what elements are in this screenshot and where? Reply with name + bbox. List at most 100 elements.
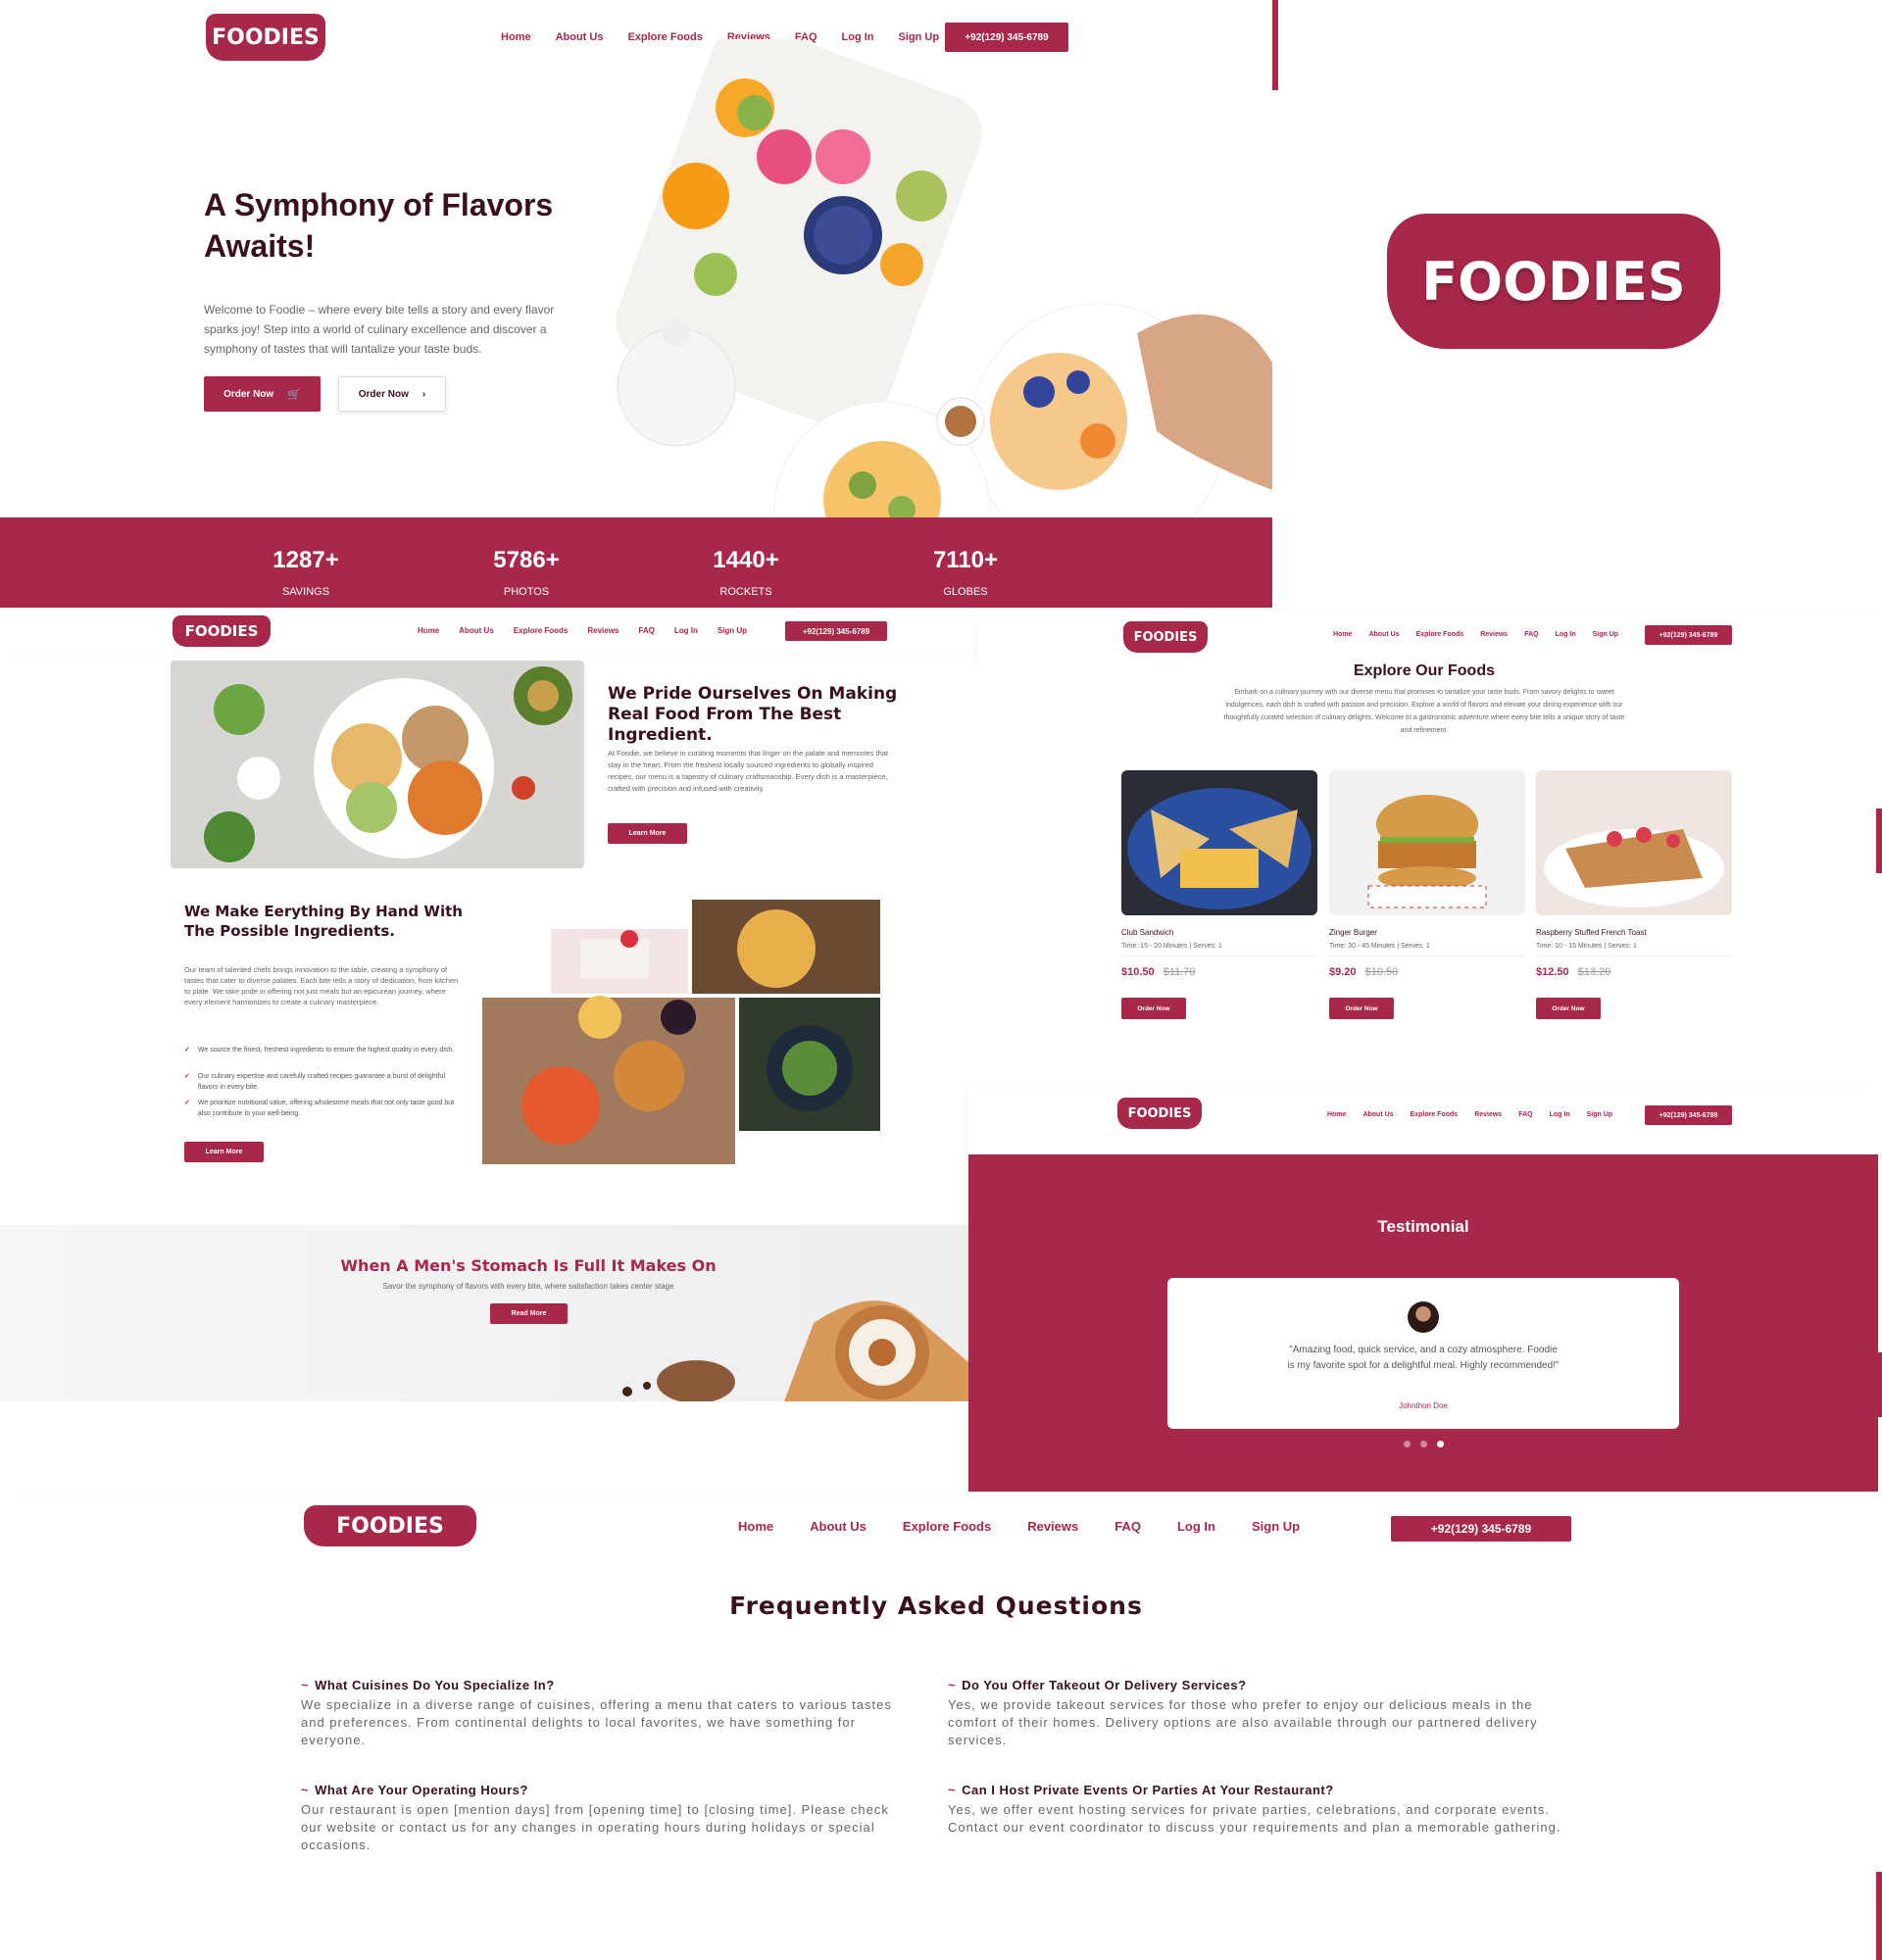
cinnamon-roll-image (622, 1300, 968, 1401)
nav-about[interactable]: About Us (1368, 631, 1399, 638)
pride-learn-more-button[interactable]: Learn More (608, 823, 687, 844)
testimonial-section: Testimonial "Amazing food, quick service… (968, 1154, 1878, 1492)
stat-label: SAVINGS (281, 586, 330, 598)
phone-button[interactable]: +92(129) 345-6789 (1391, 1516, 1571, 1542)
nav-reviews[interactable]: Reviews (1480, 631, 1508, 638)
phone-button[interactable]: +92(129) 345-6789 (785, 621, 887, 641)
nav-home[interactable]: Home (1327, 1111, 1346, 1118)
hand-title: We Make Eerything By Hand With The Possi… (184, 903, 463, 940)
nav-about[interactable]: About Us (459, 626, 494, 635)
carousel-dot-active[interactable] (1436, 1441, 1444, 1447)
nav-signup[interactable]: Sign Up (718, 626, 747, 635)
nav-home[interactable]: Home (1333, 631, 1352, 638)
hand-learn-more-button[interactable]: Learn More (184, 1142, 264, 1162)
basket-icon: 🛒 (287, 388, 301, 401)
nav-explore[interactable]: Explore Foods (1416, 631, 1464, 638)
faq-item[interactable]: ~ Can I Host Private Events Or Parties At… (948, 1783, 1575, 1837)
nav-signup[interactable]: Sign Up (1252, 1519, 1300, 1534)
food-collage-image (482, 900, 880, 1164)
stats-bar: 1287+ SAVINGS 5786+ PHOTOS 1440+ ROCKETS… (0, 517, 1272, 608)
check-icon: ✓ (184, 1073, 190, 1080)
testimonial-logo[interactable]: FOODIES (1117, 1098, 1202, 1129)
food-card: Club Sandwich Time: 15 - 20 Minutes | Se… (1121, 770, 1317, 1025)
nav-faq[interactable]: FAQ (1518, 1111, 1532, 1118)
nav-signup[interactable]: Sign Up (1593, 631, 1618, 638)
faq-logo[interactable]: FOODIES (304, 1505, 476, 1546)
nav-explore[interactable]: Explore Foods (903, 1519, 991, 1534)
zinger-burger-image (1329, 770, 1525, 915)
hand-point-text: Our culinary expertise and carefully cra… (197, 1073, 446, 1091)
stat-value: 1287+ (272, 547, 339, 573)
nav-login[interactable]: Log In (1556, 631, 1576, 638)
food-name: Zinger Burger (1329, 928, 1377, 937)
stat-value: 1440+ (713, 547, 779, 573)
nav-about[interactable]: About Us (810, 1519, 867, 1534)
faq-item[interactable]: ~ What Are Your Operating Hours? Our rest… (301, 1783, 909, 1854)
food-price: $12.50 (1536, 966, 1569, 978)
faq-accent-bar (1876, 1872, 1882, 1960)
faq-item[interactable]: ~ What Cuisines Do You Specialize In? We … (301, 1678, 909, 1749)
order-now-button[interactable]: Order Now (1329, 998, 1394, 1019)
nav-faq[interactable]: FAQ (1114, 1519, 1141, 1534)
testimonial-card: "Amazing food, quick service, and a cozy… (1167, 1278, 1679, 1429)
order-now-button[interactable]: Order Now 🛒 (204, 376, 321, 412)
phone-button[interactable]: +92(129) 345-6789 (1645, 625, 1732, 645)
hand-point-1: ✓ We source the finest, freshest ingredie… (184, 1045, 459, 1055)
nav-reviews[interactable]: Reviews (587, 626, 619, 635)
food-old-price: $10.50 (1364, 966, 1399, 978)
tilde-icon: ~ (301, 1678, 310, 1692)
order-now-button[interactable]: Order Now (1121, 998, 1186, 1019)
about-nav: Home About Us Explore Foods Reviews FAQ … (418, 626, 747, 635)
nav-login[interactable]: Log In (674, 626, 698, 635)
club-sandwich-image (1121, 770, 1317, 915)
check-icon: ✓ (184, 1047, 190, 1054)
nav-home[interactable]: Home (418, 626, 439, 635)
hero-title: A Symphony of Flavors Awaits! (204, 187, 554, 264)
phone-button[interactable]: +92(129) 345-6789 (1645, 1105, 1732, 1125)
nav-reviews[interactable]: Reviews (1027, 1519, 1078, 1534)
pride-title: We Pride Ourselves On Making Real Food F… (608, 684, 898, 745)
hero-food-image (616, 39, 1272, 519)
food-meta: Time: 10 - 15 Minutes | Serves: 1 (1536, 943, 1637, 950)
nav-reviews[interactable]: Reviews (1474, 1111, 1502, 1118)
food-price: $10.50 (1121, 966, 1155, 978)
nav-explore[interactable]: Explore Foods (1411, 1111, 1459, 1118)
nav-faq[interactable]: FAQ (1524, 631, 1538, 638)
food-card: Raspberry Stuffed French Toast Time: 10 … (1536, 770, 1732, 1025)
nav-signup[interactable]: Sign Up (1587, 1111, 1612, 1118)
faq-item[interactable]: ~ Do You Offer Takeout Or Delivery Servic… (948, 1678, 1556, 1749)
nav-login[interactable]: Log In (1550, 1111, 1570, 1118)
faq-answer: Our restaurant is open [mention days] fr… (301, 1802, 889, 1852)
nav-faq[interactable]: FAQ (638, 626, 654, 635)
testimonial-author: Johnthon Doe (1399, 1401, 1448, 1410)
carousel-dot[interactable] (1403, 1441, 1411, 1447)
nav-about[interactable]: About Us (1362, 1111, 1393, 1118)
faq-header: FOODIES Home About Us Explore Foods Revi… (0, 1492, 1882, 1562)
food-name: Club Sandwich (1121, 928, 1174, 937)
order-now-secondary-button[interactable]: Order Now › (338, 376, 446, 412)
read-more-button[interactable]: Read More (490, 1303, 568, 1324)
faq-answer: Yes, we offer event hosting services for… (948, 1802, 1561, 1835)
food-meta: Time: 15 - 20 Minutes | Serves: 1 (1121, 943, 1222, 950)
tilde-icon: ~ (948, 1678, 957, 1692)
explore-logo[interactable]: FOODIES (1123, 621, 1208, 653)
header-logo[interactable]: FOODIES (206, 14, 325, 61)
hero-accent-bar (1272, 0, 1278, 90)
carousel-dot[interactable] (1419, 1441, 1427, 1447)
stat-label: PHOTOS (503, 586, 550, 598)
order-now-button[interactable]: Order Now (1536, 998, 1601, 1019)
about-logo[interactable]: FOODIES (173, 615, 271, 647)
nav-login[interactable]: Log In (1177, 1519, 1215, 1534)
nav-explore[interactable]: Explore Foods (514, 626, 569, 635)
testimonial-accent-bar (1876, 1352, 1882, 1417)
faq-question: ~ What Are Your Operating Hours? (301, 1783, 528, 1797)
stomach-banner: When A Men's Stomach Is Full It Makes On… (0, 1225, 968, 1401)
nav-home[interactable]: Home (501, 31, 531, 43)
testimonial-header: FOODIES Home About Us Explore Foods Revi… (968, 1084, 1882, 1154)
faq-nav: Home About Us Explore Foods Reviews FAQ … (738, 1519, 1300, 1534)
food-card: Zinger Burger Time: 30 - 45 Minutes | Se… (1329, 770, 1525, 1025)
hero-screen: FOODIES Home About Us Explore Foods Revi… (0, 0, 1278, 608)
food-name: Raspberry Stuffed French Toast (1536, 928, 1647, 937)
nav-home[interactable]: Home (738, 1519, 773, 1534)
stat-label: GLOBES (943, 586, 988, 598)
